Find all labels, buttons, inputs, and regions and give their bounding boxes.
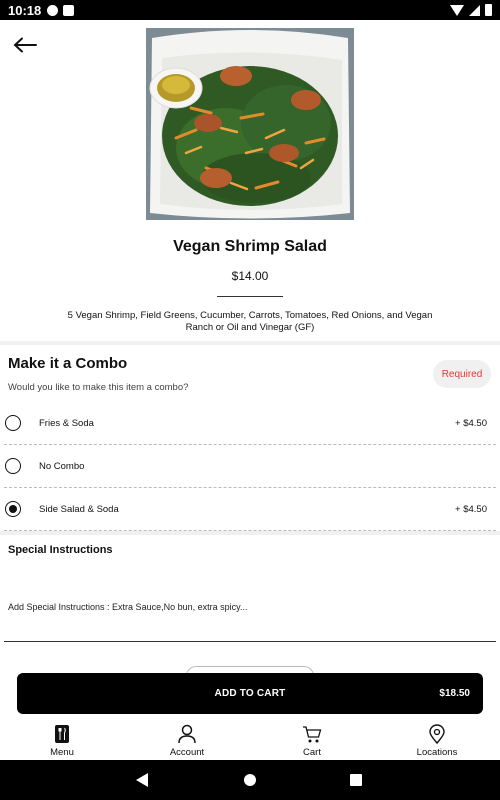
section-divider [0, 531, 500, 535]
radio-button[interactable] [5, 458, 21, 474]
combo-option-side-salad-soda[interactable]: Side Salad & Soda + $4.50 [0, 488, 500, 530]
special-instructions-input[interactable]: Add Special Instructions : Extra Sauce,N… [8, 602, 488, 612]
cart-icon [303, 726, 322, 743]
combo-option-price: + $4.50 [455, 503, 487, 515]
special-instructions-title: Special Instructions [8, 544, 113, 556]
signal-icon [469, 4, 480, 16]
combo-option-no-combo[interactable]: No Combo [0, 445, 500, 487]
combo-option-label: Fries & Soda [39, 417, 94, 429]
battery-icon [485, 4, 492, 16]
arrow-left-icon [13, 37, 37, 53]
menu-utensils-icon [55, 725, 69, 743]
food-image [146, 28, 354, 220]
item-description: 5 Vegan Shrimp, Field Greens, Cucumber, … [67, 310, 433, 333]
tab-account[interactable]: Account [137, 720, 237, 760]
status-bar: 10:18 [0, 0, 500, 20]
tab-cart[interactable]: Cart [262, 720, 362, 760]
status-time: 10:18 [8, 2, 42, 18]
item-title: Vegan Shrimp Salad [173, 238, 327, 255]
status-indicators [450, 4, 492, 16]
add-to-cart-label: ADD TO CART [214, 688, 286, 699]
notification-icon [47, 4, 59, 16]
combo-section-title: Make it a Combo [8, 355, 128, 372]
combo-option-label: Side Salad & Soda [39, 503, 119, 515]
combo-option-label: No Combo [39, 460, 85, 472]
tab-label: Menu [50, 747, 74, 758]
tab-label: Locations [416, 747, 458, 758]
nav-recents-icon[interactable] [350, 774, 362, 786]
sim-card-icon [63, 4, 75, 16]
special-instructions-underline [4, 641, 496, 642]
combo-option-price: + $4.50 [455, 417, 487, 429]
radio-selected-dot [9, 505, 17, 513]
add-to-cart-button[interactable]: ADD TO CART $18.50 [17, 673, 483, 714]
location-pin-icon [429, 724, 445, 744]
system-navigation-bar [0, 760, 500, 800]
tab-label: Cart [303, 747, 321, 758]
tab-label: Account [169, 747, 205, 758]
cart-total-price: $18.50 [439, 688, 470, 699]
combo-option-fries-soda[interactable]: Fries & Soda + $4.50 [0, 402, 500, 444]
item-price: $14.00 [231, 269, 269, 283]
back-button[interactable] [10, 32, 40, 58]
nav-home-icon[interactable] [244, 774, 256, 786]
person-icon [178, 724, 196, 744]
bottom-tab-bar: Menu Account Cart Locations [0, 720, 500, 760]
required-badge: Required [433, 360, 491, 388]
tab-menu[interactable]: Menu [12, 720, 112, 760]
tab-locations[interactable]: Locations [387, 720, 487, 760]
nav-back-icon[interactable] [136, 773, 148, 787]
combo-section-subtitle: Would you like to make this item a combo… [8, 382, 189, 393]
wifi-icon [450, 4, 464, 16]
price-divider [217, 296, 283, 297]
section-divider [0, 341, 500, 345]
radio-button-selected[interactable] [5, 501, 21, 517]
radio-button[interactable] [5, 415, 21, 431]
